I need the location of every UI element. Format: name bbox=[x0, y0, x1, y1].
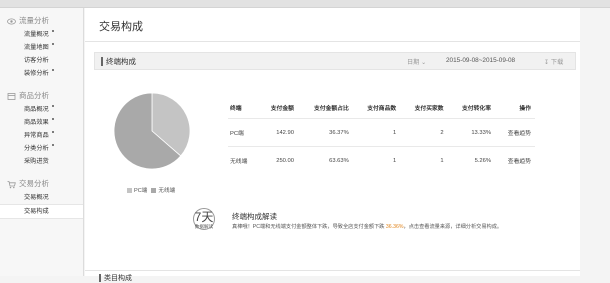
date-range[interactable]: 2015-09-08~2015-09-08 bbox=[446, 57, 515, 64]
seven-day-badge[interactable]: 7天 数据解读 bbox=[193, 208, 215, 230]
legend-swatch bbox=[127, 187, 132, 193]
new-dot-icon bbox=[51, 131, 54, 133]
sidebar: 流量分析 流量概况 流量地图 访客分析 装修分析 商品分析 商品概况 商品效果 … bbox=[0, 8, 84, 276]
view-trend-link[interactable]: 查看趋势 bbox=[495, 118, 535, 147]
table-cell: 1 bbox=[352, 118, 401, 147]
new-dot-icon bbox=[51, 118, 54, 120]
divider bbox=[85, 41, 580, 42]
sidebar-item-traffic-map[interactable]: 流量地图 bbox=[24, 41, 83, 54]
chevron-down-icon: ⌄ bbox=[421, 59, 427, 66]
sidebar-section-label: 流量分析 bbox=[19, 16, 49, 25]
legend-item-wireless[interactable]: 无线端 bbox=[151, 186, 175, 194]
column-header: 终端 bbox=[230, 105, 242, 112]
download-icon: ↧ bbox=[544, 59, 550, 66]
sidebar-item-category-analysis[interactable]: 分类分析 bbox=[24, 142, 83, 155]
table-row: PC端 142.90 36.37% 1 2 13.33% 查看趋势 bbox=[228, 118, 535, 147]
sidebar-item-purchasing[interactable]: 采购进货 bbox=[24, 155, 83, 168]
section-header-bar bbox=[99, 274, 101, 283]
table-cell: 1 bbox=[400, 146, 448, 174]
sidebar-item-product-overview[interactable]: 商品概况 bbox=[24, 103, 83, 116]
column-header: 支付金额 bbox=[270, 105, 294, 112]
column-header: 支付买家数 bbox=[414, 105, 444, 112]
table-cell: 1 bbox=[352, 146, 401, 174]
column-header: 支付金额占比 bbox=[313, 105, 349, 112]
download-button[interactable]: ↧ 下载 bbox=[544, 57, 563, 66]
table-cell: 250.00 bbox=[257, 146, 298, 174]
sidebar-item-visitor-analysis[interactable]: 访客分析 bbox=[24, 54, 83, 67]
sidebar-section-traffic[interactable]: 流量分析 bbox=[7, 14, 83, 28]
table-cell: 63.63% bbox=[297, 146, 353, 174]
page-title: 交易构成 bbox=[99, 21, 143, 33]
table-cell: 2 bbox=[400, 118, 448, 147]
pie-chart bbox=[113, 92, 191, 170]
package-icon bbox=[7, 92, 16, 101]
new-dot-icon bbox=[51, 43, 54, 45]
sidebar-item-product-effect[interactable]: 商品效果 bbox=[24, 116, 83, 129]
interpretation-title: 终端构成解读 bbox=[232, 212, 277, 221]
badge-number: 7天 bbox=[194, 210, 214, 224]
table-cell: 5.26% bbox=[447, 146, 495, 174]
interpretation-text: 真棒哦！PC端和无线端支付金额整体下跌，导致全店支付金额下跌 36.36%，点击… bbox=[232, 224, 503, 230]
top-bar bbox=[0, 0, 610, 8]
table-cell: 13.33% bbox=[447, 118, 495, 147]
table-cell: 142.90 bbox=[257, 118, 298, 147]
highlight-value: 36.36% bbox=[385, 224, 404, 230]
sidebar-item-decoration-analysis[interactable]: 装修分析 bbox=[24, 67, 83, 80]
legend-item-pc[interactable]: PC端 bbox=[127, 186, 147, 194]
new-dot-icon bbox=[51, 144, 54, 146]
terminal-table: 终端 支付金额 支付金额占比 支付商品数 支付买家数 支付转化率 操作 PC端 … bbox=[228, 96, 535, 174]
table-cell: 36.37% bbox=[297, 118, 353, 147]
column-header: 支付商品数 bbox=[367, 105, 397, 112]
new-dot-icon bbox=[51, 105, 54, 107]
table-header-row: 终端 支付金额 支付金额占比 支付商品数 支付买家数 支付转化率 操作 bbox=[228, 96, 535, 119]
table-cell: PC端 bbox=[228, 118, 258, 147]
badge-label: 数据解读 bbox=[194, 224, 214, 229]
eye-icon bbox=[7, 17, 16, 26]
table-cell: 无线端 bbox=[228, 146, 258, 174]
sidebar-section-transaction[interactable]: 交易分析 bbox=[7, 177, 83, 191]
sidebar-item-transaction-overview[interactable]: 交易概况 bbox=[24, 191, 83, 204]
cart-icon bbox=[7, 180, 16, 189]
sidebar-section-label: 交易分析 bbox=[19, 179, 49, 188]
sidebar-item-traffic-overview[interactable]: 流量概况 bbox=[24, 28, 83, 41]
panel-header-bar bbox=[101, 57, 103, 66]
new-dot-icon bbox=[51, 69, 54, 71]
column-header: 支付转化率 bbox=[462, 105, 491, 112]
view-trend-link[interactable]: 查看趋势 bbox=[495, 146, 535, 174]
main-content: 交易构成 终端构成 日期 ⌄ 2015-09-08~2015-09-08 ↧ 下… bbox=[85, 8, 580, 283]
date-label[interactable]: 日期 ⌄ bbox=[407, 57, 426, 66]
sidebar-item-abnormal-product[interactable]: 异常商品 bbox=[24, 129, 83, 142]
next-section-header: 类目构成 bbox=[99, 273, 132, 283]
sidebar-item-transaction-composition[interactable]: 交易构成 bbox=[0, 204, 83, 219]
new-dot-icon bbox=[51, 30, 54, 32]
column-header: 操作 bbox=[519, 105, 531, 112]
divider bbox=[85, 270, 580, 271]
table-row: 无线端 250.00 63.63% 1 1 5.26% 查看趋势 bbox=[228, 146, 535, 174]
panel-header: 终端构成 日期 ⌄ 2015-09-08~2015-09-08 ↧ 下载 bbox=[94, 52, 576, 70]
legend-swatch bbox=[151, 187, 157, 193]
sidebar-section-product[interactable]: 商品分析 bbox=[7, 89, 83, 103]
chart-legend: PC端 无线端 bbox=[127, 186, 179, 194]
panel-title: 终端构成 bbox=[106, 57, 136, 66]
sidebar-section-label: 商品分析 bbox=[19, 91, 49, 100]
